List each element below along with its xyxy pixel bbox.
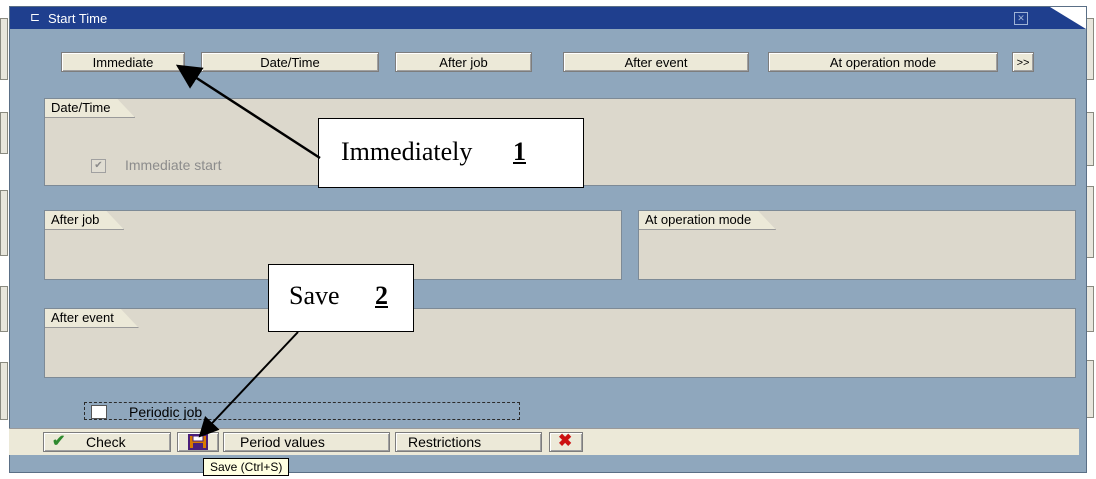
periodic-job-field[interactable]: Periodic job [84,402,520,420]
side-tab [1086,360,1094,418]
callout-text: Immediately [341,137,473,166]
callout-immediately: Immediately 1 [318,118,584,188]
operation-mode-group: At operation mode [638,210,1076,280]
at-operation-mode-button[interactable]: At operation mode [768,52,998,72]
date-time-button[interactable]: Date/Time [201,52,379,72]
after-event-group: After event [44,308,1076,378]
periodic-job-checkbox[interactable] [91,405,107,419]
period-values-label: Period values [240,434,325,450]
save-tooltip: Save (Ctrl+S) [203,458,290,476]
cancel-button[interactable]: ✖ [549,432,583,452]
check-label: Check [86,434,126,450]
group-label: After job [45,211,124,230]
restrictions-label: Restrictions [408,434,482,450]
callout-save: Save 2 [268,264,414,332]
side-tab [0,18,8,80]
periodic-job-label: Periodic job [129,404,203,420]
save-button[interactable] [177,432,219,452]
window-icon: ⊏ [30,10,41,24]
side-tab [1086,186,1094,258]
check-icon: ✔ [52,433,66,450]
window-title: Start Time [48,11,108,26]
title-bar-corner [1050,7,1086,29]
immediate-button[interactable]: Immediate [61,52,185,72]
title-bar: ⊏ Start Time ✕ [10,7,1086,29]
callout-number: 2 [375,281,388,310]
callout-number: 1 [513,137,526,166]
side-tab [0,112,8,154]
restrictions-button[interactable]: Restrictions [395,432,542,452]
cancel-icon: ✖ [558,431,573,450]
more-button[interactable]: >> [1012,52,1034,72]
group-label: At operation mode [639,211,776,230]
side-tab [1086,286,1094,332]
immediate-start-checkbox: ✔ [91,159,106,173]
bottom-toolbar: ✔ Check Period values Restrictions ✖ [9,428,1079,455]
after-event-button[interactable]: After event [563,52,749,72]
save-icon [188,434,208,450]
group-label: After event [45,309,139,328]
side-tab [1086,112,1094,166]
side-tab [0,362,8,420]
callout-text: Save [289,281,340,310]
group-label: Date/Time [45,99,135,118]
side-tab [0,286,8,332]
check-button[interactable]: ✔ Check [43,432,171,452]
period-values-button[interactable]: Period values [223,432,390,452]
immediate-start-label: Immediate start [125,157,222,173]
side-tab [0,190,8,256]
after-job-button[interactable]: After job [395,52,532,72]
side-tab [1086,18,1094,80]
close-icon[interactable]: ✕ [1014,12,1028,25]
